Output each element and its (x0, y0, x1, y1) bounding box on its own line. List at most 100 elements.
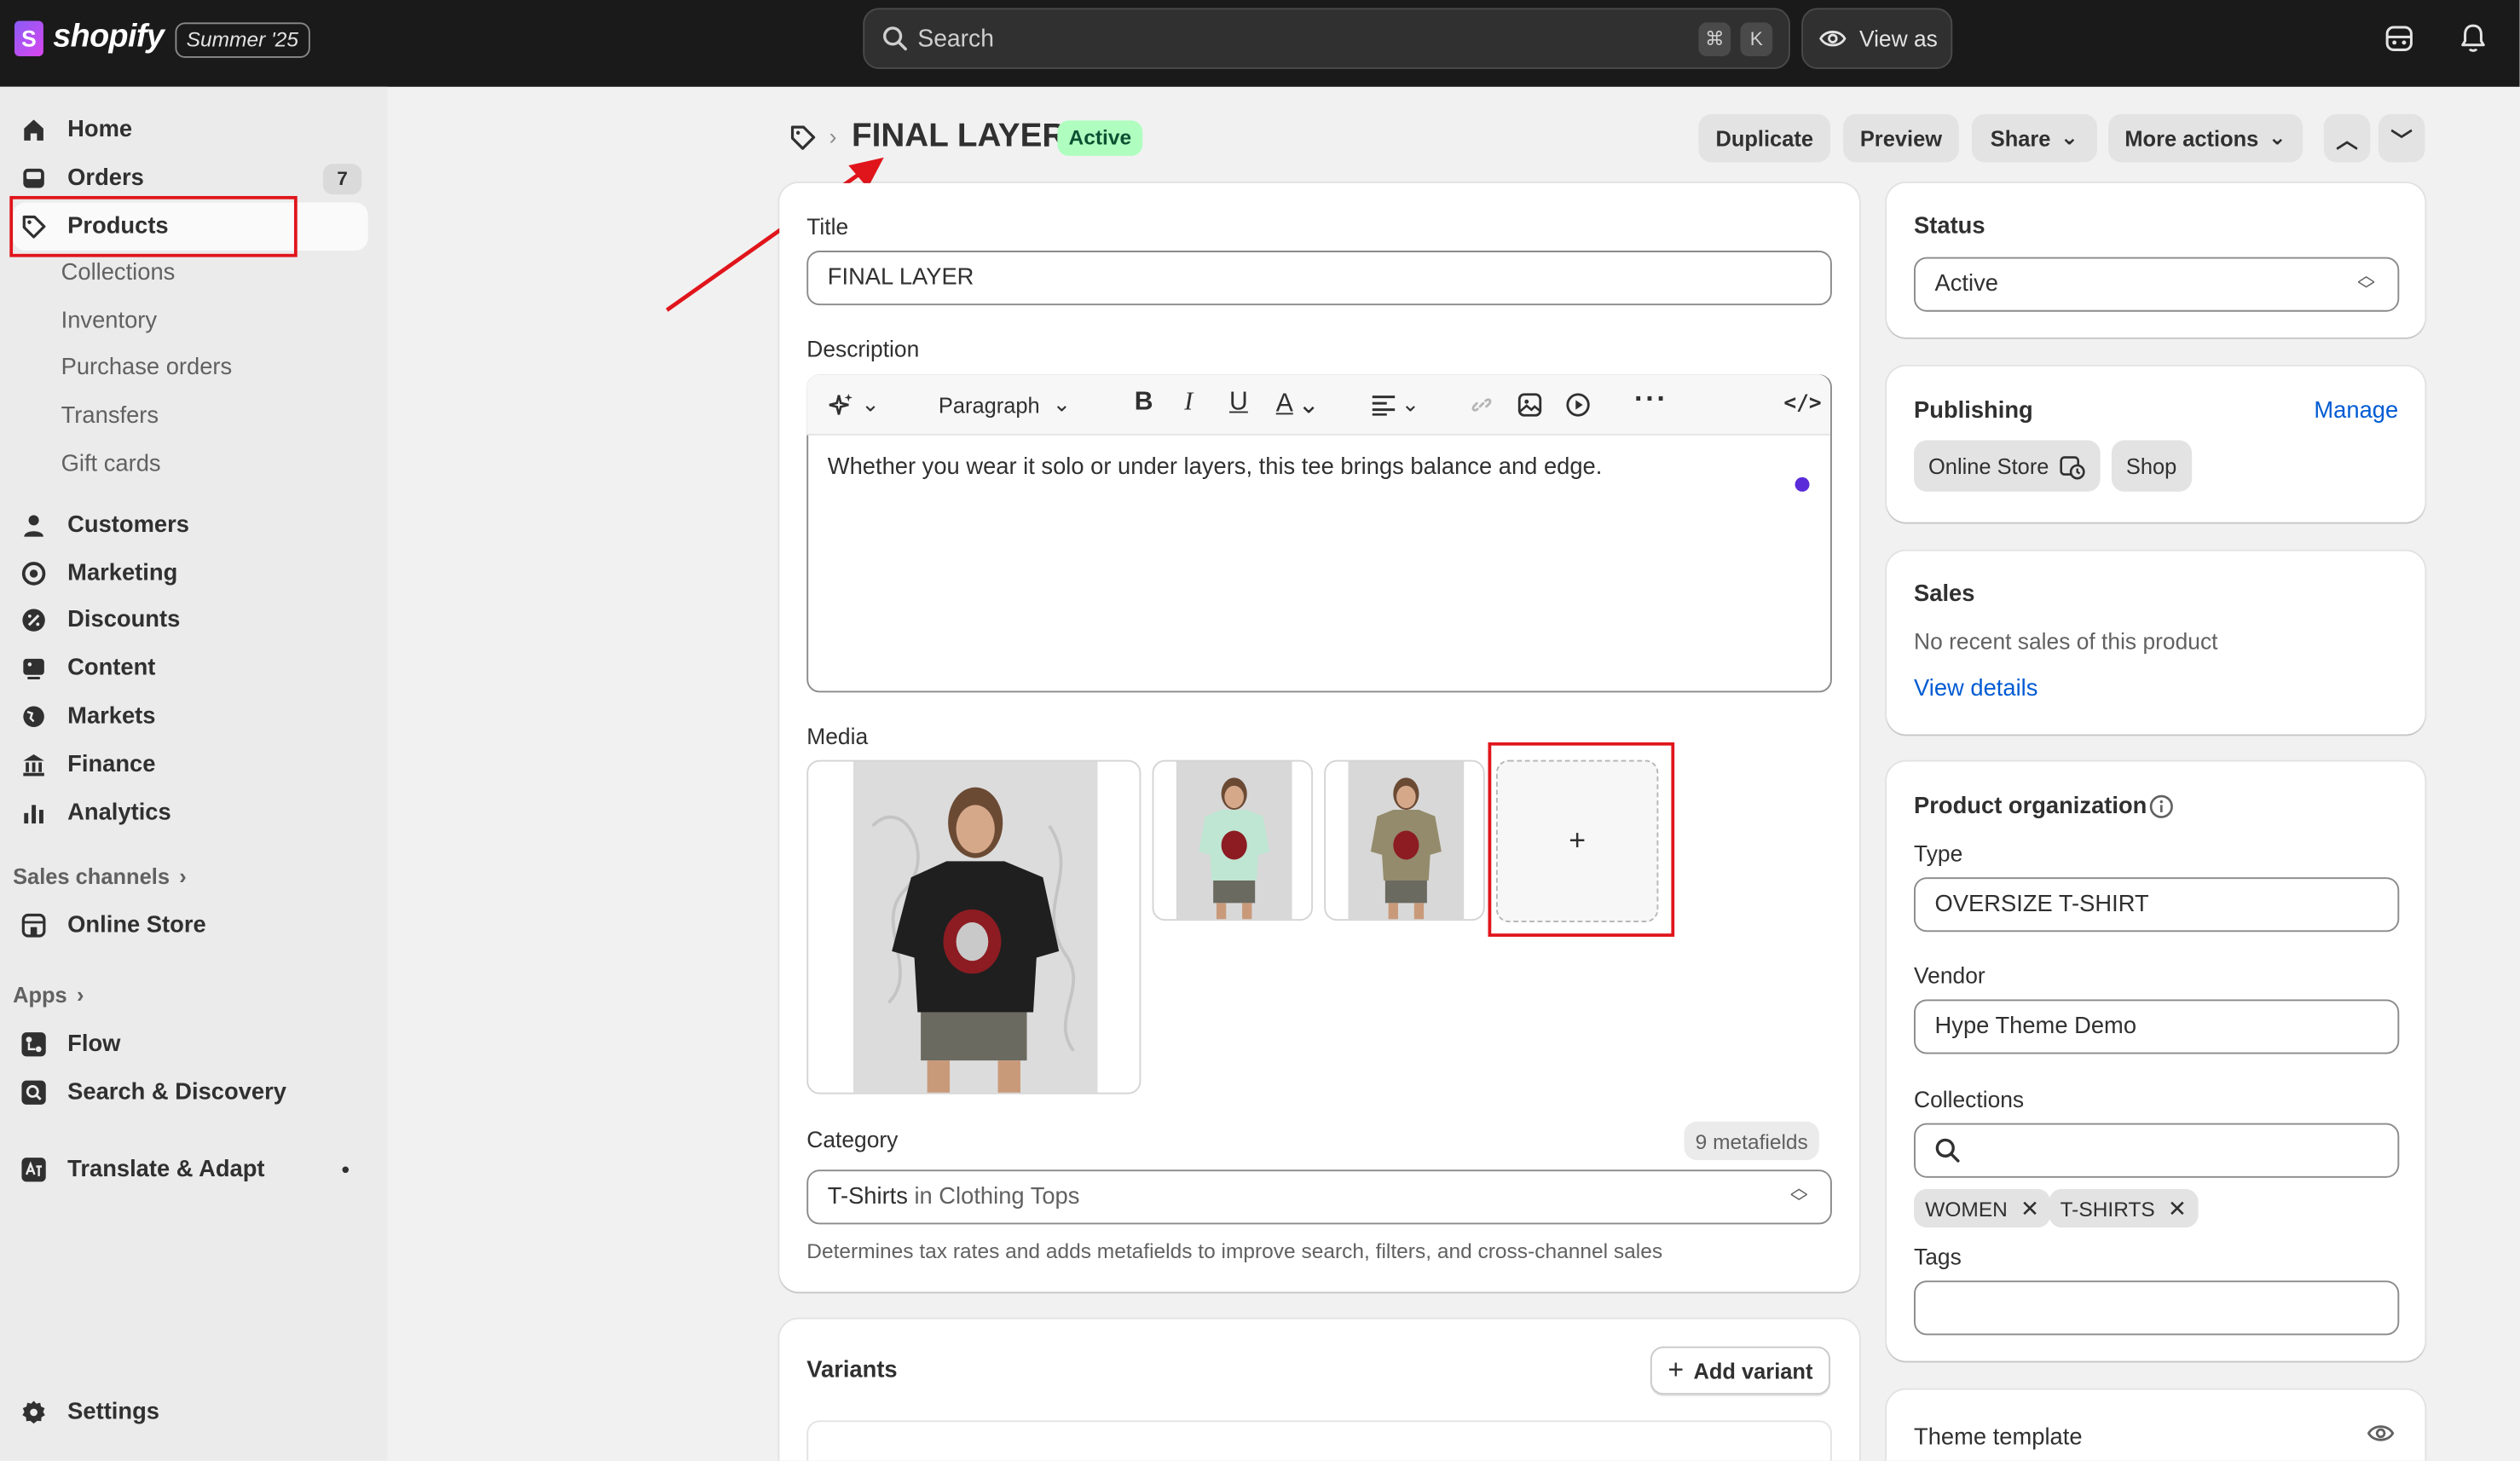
sales-channels-section[interactable]: Sales channels › (13, 864, 187, 888)
eye-icon (1819, 31, 1847, 47)
annotation-add-media-highlight (1488, 742, 1675, 937)
category-label: Category (806, 1126, 899, 1152)
collection-tag-tshirts[interactable]: T-SHIRTS ✕ (2049, 1188, 2199, 1228)
gear-icon (20, 1398, 49, 1427)
cmd-key: ⌘ (1698, 22, 1731, 56)
media-thumbnail-main[interactable] (806, 759, 1142, 1094)
type-input-value: OVERSIZE T-SHIRT (1934, 892, 2149, 918)
tshirt-mint-image (1176, 761, 1292, 920)
share-label: Share (1990, 125, 2051, 151)
tags-input[interactable] (1914, 1280, 2400, 1336)
sidebar-item-online-store[interactable]: Online Store (13, 901, 368, 950)
edition-badge[interactable]: Summer '25 (175, 22, 310, 58)
chevron-right-icon: › (179, 864, 187, 889)
ai-magic-button[interactable]: ⌄ (829, 392, 880, 418)
chevron-down-icon: ⌄ (2268, 125, 2286, 150)
sidebar-item-flow[interactable]: Flow (13, 1020, 368, 1069)
bold-button[interactable]: B (1135, 389, 1153, 418)
sidebar-subitem-collections[interactable]: Collections (61, 260, 176, 286)
channel-online-store[interactable]: Online Store (1914, 440, 2101, 492)
info-icon[interactable] (2148, 794, 2174, 819)
insert-video-icon[interactable] (1565, 392, 1591, 418)
metafields-badge[interactable]: 9 metafields (1684, 1121, 1819, 1160)
view-details-link[interactable]: View details (1914, 677, 2037, 702)
sidebar-item-translate-adapt[interactable]: Translate & Adapt (13, 1146, 368, 1194)
sales-label: Sales (1914, 581, 1975, 608)
media-thumbnail-mint[interactable] (1152, 759, 1314, 921)
link-icon[interactable] (1469, 392, 1494, 418)
add-variant-button[interactable]: + Add variant (1650, 1346, 1831, 1395)
search-placeholder: Search (917, 26, 994, 54)
sidebar-item-marketing[interactable]: Marketing (13, 550, 368, 598)
store-switch-icon[interactable] (2384, 22, 2413, 55)
product-organization-label: Product organization (1914, 794, 2147, 820)
sidebar-item-markets[interactable]: Markets (13, 692, 368, 741)
globe-icon (20, 702, 49, 731)
shopify-logo[interactable]: S shopify (14, 20, 165, 56)
target-icon (20, 559, 49, 588)
remove-icon[interactable]: ✕ (2168, 1194, 2187, 1221)
product-tag-icon[interactable] (789, 124, 817, 151)
preview-button[interactable]: Preview (1843, 113, 1959, 163)
sidebar-subitem-inventory[interactable]: Inventory (61, 309, 157, 334)
view-as-button[interactable]: View as (1801, 8, 1953, 70)
bell-icon[interactable] (2460, 22, 2486, 55)
more-actions-button[interactable]: More actions ⌄ (2108, 113, 2303, 163)
category-select[interactable]: T-Shirts in Clothing Tops ︿ ﹀ (806, 1169, 1832, 1225)
orders-count-badge: 7 (322, 164, 362, 195)
collection-tag-women[interactable]: WOMEN ✕ (1914, 1188, 2051, 1228)
sidebar-item-label: Discounts (67, 607, 181, 633)
sidebar-item-settings[interactable]: Settings (13, 1389, 368, 1437)
sparkle-icon (829, 393, 853, 415)
vendor-input[interactable]: Hype Theme Demo (1914, 999, 2400, 1054)
sidebar-item-finance[interactable]: Finance (13, 741, 368, 789)
collections-search-input[interactable] (1914, 1123, 2400, 1178)
apps-section[interactable]: Apps › (13, 984, 84, 1008)
sidebar-item-label: Analytics (67, 800, 171, 826)
underline-button[interactable]: U (1229, 389, 1248, 418)
search-discovery-app-icon (20, 1078, 49, 1107)
channel-shop[interactable]: Shop (2111, 440, 2192, 492)
title-input[interactable]: FINAL LAYER (806, 251, 1832, 306)
italic-button[interactable]: I (1184, 389, 1193, 418)
code-view-icon[interactable]: </> (1783, 392, 1821, 416)
align-button[interactable]: ⌄ (1371, 392, 1419, 418)
sidebar-subitem-transfers[interactable]: Transfers (61, 403, 159, 429)
paragraph-style-value: Paragraph (938, 392, 1040, 418)
description-label: Description (806, 335, 920, 362)
text-color-button[interactable]: A ⌄ (1276, 389, 1320, 421)
sidebar-item-home[interactable]: Home (13, 106, 368, 154)
title-input-value: FINAL LAYER (827, 265, 974, 292)
chevron-down-icon: ⌄ (1298, 391, 1320, 419)
eye-icon[interactable] (2367, 1423, 2395, 1443)
product-organization-card (1886, 761, 2425, 1361)
sidebar-item-content[interactable]: Content (13, 644, 368, 693)
collection-tag-label: WOMEN (1925, 1196, 2008, 1221)
sidebar-subitem-gift-cards[interactable]: Gift cards (61, 452, 161, 477)
media-thumbnail-olive[interactable] (1324, 759, 1485, 921)
paragraph-style-select[interactable]: Paragraph ⌄ (939, 392, 1071, 418)
sidebar-item-customers[interactable]: Customers (13, 501, 368, 550)
status-select[interactable]: Active ︿ ﹀ (1914, 257, 2400, 312)
status-badge: Active (1057, 120, 1143, 156)
insert-image-icon[interactable] (1517, 392, 1542, 418)
sidebar-item-search-discovery[interactable]: Search & Discovery (13, 1069, 368, 1117)
remove-icon[interactable]: ✕ (2020, 1194, 2039, 1221)
variant-option-row[interactable] (806, 1420, 1832, 1461)
previous-product-button[interactable]: ︿ (2323, 113, 2371, 163)
more-formatting-icon[interactable]: ··· (1634, 383, 1668, 417)
variants-label: Variants (806, 1357, 898, 1383)
sidebar-item-analytics[interactable]: Analytics (13, 789, 368, 838)
sidebar-item-discounts[interactable]: Discounts (13, 596, 368, 644)
chevron-down-icon: ⌄ (2060, 125, 2079, 150)
duplicate-button[interactable]: Duplicate (1698, 113, 1831, 163)
manage-link[interactable]: Manage (2314, 398, 2398, 424)
description-text: Whether you wear it solo or under layers… (827, 454, 1603, 481)
sidebar-item-label: Content (67, 655, 156, 682)
sidebar-subitem-purchase-orders[interactable]: Purchase orders (61, 355, 233, 381)
global-search[interactable]: Search ⌘ K (863, 8, 1790, 70)
type-input[interactable]: OVERSIZE T-SHIRT (1914, 877, 2400, 933)
share-button[interactable]: Share ⌄ (1971, 113, 2097, 163)
next-product-button[interactable]: ﹀ (2378, 113, 2425, 163)
sidebar-item-label: Customers (67, 512, 189, 539)
